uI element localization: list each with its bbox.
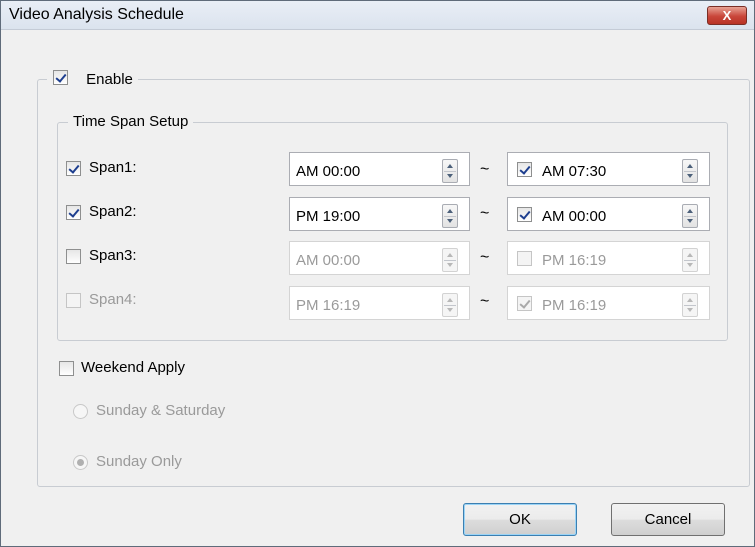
spin-up-icon: [687, 298, 693, 302]
span2-end-spinner[interactable]: [682, 204, 698, 228]
spin-up-icon: [687, 209, 693, 213]
title-bar[interactable]: Video Analysis Schedule X: [1, 1, 754, 30]
sunday-only-label[interactable]: Sunday Only: [96, 453, 182, 470]
span2-start-spinner[interactable]: [442, 204, 458, 228]
span3-end-value: PM 16:19: [542, 252, 607, 269]
dialog-window: Video Analysis Schedule X Enable Time Sp…: [0, 0, 755, 547]
span1-start-field[interactable]: AM 00:00: [289, 152, 470, 186]
spin-down-icon: [687, 174, 693, 178]
spin-down-icon: [687, 263, 693, 267]
span1-start-value: AM 00:00: [296, 163, 361, 180]
spin-down-icon: [447, 174, 453, 178]
span4-separator: ~: [480, 293, 490, 310]
close-icon: X: [722, 8, 732, 23]
span3-label[interactable]: Span3:: [89, 247, 137, 264]
span1-end-field[interactable]: AM 07:30: [507, 152, 710, 186]
span3-end-field[interactable]: PM 16:19: [507, 241, 710, 275]
span1-end-value: AM 07:30: [542, 163, 607, 180]
span4-end-spinner[interactable]: [682, 293, 698, 317]
spin-up-icon: [447, 298, 453, 302]
span2-separator: ~: [480, 205, 490, 222]
span2-start-value: PM 19:00: [296, 208, 361, 225]
sunday-only-radio[interactable]: [73, 455, 88, 470]
spin-up-icon: [687, 164, 693, 168]
span3-start-spinner[interactable]: [442, 248, 458, 272]
ok-button[interactable]: OK: [463, 503, 577, 536]
span4-end-checkbox[interactable]: [517, 296, 532, 311]
span3-checkbox[interactable]: [66, 249, 81, 264]
spin-down-icon: [687, 219, 693, 223]
spin-up-icon: [447, 164, 453, 168]
span1-end-checkbox[interactable]: [517, 162, 532, 177]
sunday-saturday-label[interactable]: Sunday & Saturday: [96, 402, 225, 419]
span4-start-value: PM 16:19: [296, 297, 361, 314]
span2-end-field[interactable]: AM 00:00: [507, 197, 710, 231]
span3-start-field[interactable]: AM 00:00: [289, 241, 470, 275]
spin-down-icon: [687, 308, 693, 312]
spin-up-icon: [447, 253, 453, 257]
span3-end-spinner[interactable]: [682, 248, 698, 272]
enable-label[interactable]: Enable: [86, 71, 133, 88]
sunday-saturday-radio[interactable]: [73, 404, 88, 419]
span3-start-value: AM 00:00: [296, 252, 361, 269]
weekend-apply-label[interactable]: Weekend Apply: [81, 359, 185, 376]
spin-down-icon: [447, 308, 453, 312]
cancel-button[interactable]: Cancel: [611, 503, 725, 536]
span2-checkbox[interactable]: [66, 205, 81, 220]
span3-end-checkbox[interactable]: [517, 251, 532, 266]
spin-up-icon: [447, 209, 453, 213]
time-span-legend: Time Span Setup: [68, 113, 194, 130]
span2-end-checkbox[interactable]: [517, 207, 532, 222]
close-button[interactable]: X: [707, 6, 747, 25]
span1-start-spinner[interactable]: [442, 159, 458, 183]
span1-end-spinner[interactable]: [682, 159, 698, 183]
span2-label[interactable]: Span2:: [89, 203, 137, 220]
enable-legend: Enable: [47, 67, 138, 91]
span1-label[interactable]: Span1:: [89, 159, 137, 176]
span3-separator: ~: [480, 249, 490, 266]
span4-start-spinner[interactable]: [442, 293, 458, 317]
spin-down-icon: [447, 263, 453, 267]
span4-end-value: PM 16:19: [542, 297, 607, 314]
span1-separator: ~: [480, 161, 490, 178]
spin-up-icon: [687, 253, 693, 257]
span4-end-field[interactable]: PM 16:19: [507, 286, 710, 320]
span4-start-field[interactable]: PM 16:19: [289, 286, 470, 320]
span2-start-field[interactable]: PM 19:00: [289, 197, 470, 231]
spin-down-icon: [447, 219, 453, 223]
span4-checkbox[interactable]: [66, 293, 81, 308]
span4-label[interactable]: Span4:: [89, 291, 137, 308]
weekend-apply-checkbox[interactable]: [59, 361, 74, 376]
span2-end-value: AM 00:00: [542, 208, 607, 225]
span1-checkbox[interactable]: [66, 161, 81, 176]
enable-checkbox[interactable]: [53, 70, 68, 85]
window-title: Video Analysis Schedule: [9, 6, 184, 23]
